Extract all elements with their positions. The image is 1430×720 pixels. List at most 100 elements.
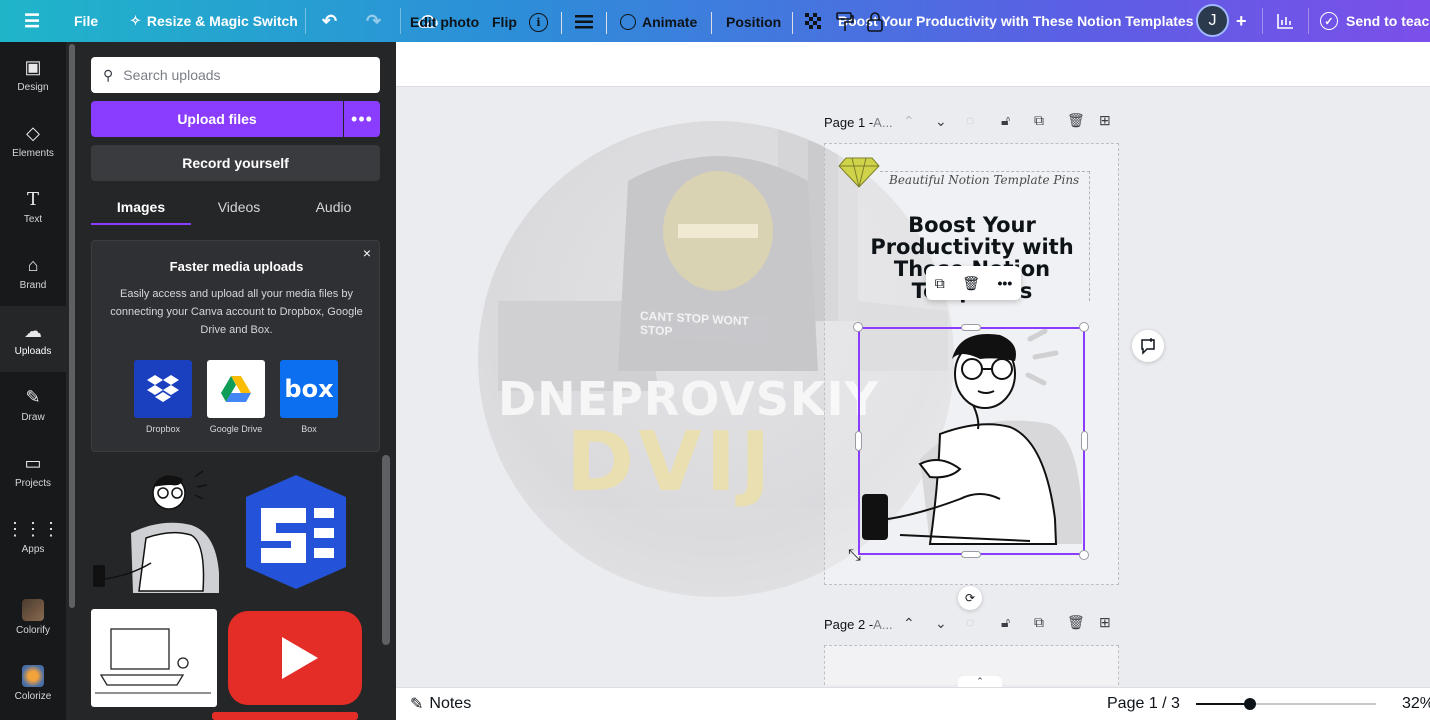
design-title[interactable]: Boost Your Productivity with These Notio… <box>838 0 1193 42</box>
lock-page-icon[interactable]: 🔓︎ <box>1001 614 1010 631</box>
lock-icon[interactable] <box>867 0 883 44</box>
divider <box>305 8 306 34</box>
divider <box>711 12 712 34</box>
add-collaborator-icon[interactable]: + <box>1236 0 1247 42</box>
delete-page-icon[interactable]: 🗑︎ <box>1067 112 1085 129</box>
upload-thumbnail-partial[interactable] <box>212 712 358 720</box>
upload-thumbnail-youtube[interactable] <box>226 609 364 707</box>
chevron-down-icon[interactable]: ⌄ <box>935 615 947 632</box>
avatar[interactable]: J <box>1196 4 1229 37</box>
upload-files-button[interactable]: Upload files <box>91 101 343 137</box>
edit-photo-button[interactable]: Edit photo <box>410 0 479 44</box>
send-to-teacher-button[interactable]: ✓ Send to teacher <box>1320 0 1430 42</box>
zoom-slider-knob[interactable] <box>1244 698 1256 710</box>
search-icon: ⚲ <box>103 66 114 83</box>
chevron-up-icon[interactable]: ⌃ <box>903 113 915 130</box>
rail-item-text[interactable]: T Text <box>0 174 66 240</box>
delete-icon[interactable]: 🗑︎ <box>962 275 980 292</box>
insights-chart-icon[interactable] <box>1276 0 1294 42</box>
border-style-icon[interactable] <box>575 0 593 44</box>
tab-images[interactable]: Images <box>91 192 191 222</box>
rotate-icon[interactable]: ⟳ <box>958 586 982 610</box>
more-icon[interactable]: ••• <box>344 101 380 137</box>
menu-icon[interactable]: ☰ <box>24 0 40 42</box>
page-1-label: Page 1 - <box>824 114 874 130</box>
duplicate-icon[interactable]: ⧉ <box>935 275 945 292</box>
resize-handle-s[interactable] <box>961 551 981 558</box>
rail-item-projects[interactable]: ▭ Projects <box>0 438 66 504</box>
resize-handle-w[interactable] <box>855 431 862 451</box>
more-options-icon[interactable]: ••• <box>998 275 1013 291</box>
panel-scrollbar[interactable] <box>382 455 390 645</box>
box-label: Box <box>301 424 317 434</box>
page-2-name: A... <box>873 616 893 632</box>
zoom-level[interactable]: 32% <box>1402 687 1430 720</box>
hide-page-icon[interactable]: ◌ <box>966 614 974 630</box>
resize-cursor-icon: ⤡ <box>848 547 861 564</box>
search-input[interactable]: ⚲ Search uploads <box>91 57 380 93</box>
search-placeholder: Search uploads <box>123 67 221 83</box>
rail-item-elements[interactable]: ◇ Elements <box>0 108 66 174</box>
uploads-icon: ☁ <box>24 321 42 341</box>
rail-item-draw[interactable]: ✎ Draw <box>0 372 66 438</box>
duplicate-page-icon[interactable]: ⧉ <box>1034 614 1044 631</box>
delete-page-icon[interactable]: 🗑︎ <box>1067 614 1085 631</box>
notes-button[interactable]: ✎ Notes <box>410 687 471 720</box>
page-1-name: A... <box>873 114 893 130</box>
page-indicator[interactable]: Page 1 / 3 <box>1107 687 1180 720</box>
upload-thumbnail-blue-logo[interactable] <box>226 463 366 601</box>
rail-item-uploads[interactable]: ☁ Uploads <box>0 306 66 372</box>
resize-handle-se[interactable] <box>1079 550 1089 560</box>
undo-icon[interactable]: ↶ <box>322 0 337 42</box>
lock-page-icon[interactable]: 🔓︎ <box>1001 112 1010 129</box>
info-icon[interactable]: i <box>529 0 548 44</box>
upload-thumbnail-laptop[interactable] <box>91 609 217 707</box>
resize-handle-e[interactable] <box>1081 431 1088 451</box>
chevron-up-icon[interactable]: ⌃ <box>903 615 915 632</box>
diamond-icon[interactable] <box>838 156 880 193</box>
position-button[interactable]: Position <box>726 0 781 44</box>
tab-audio[interactable]: Audio <box>287 192 380 222</box>
notes-icon: ✎ <box>410 695 424 713</box>
dropbox-icon <box>147 375 179 402</box>
duplicate-page-icon[interactable]: ⧉ <box>1034 112 1044 129</box>
add-comment-icon[interactable] <box>1132 330 1164 362</box>
google-drive-button[interactable] <box>207 360 265 418</box>
dropbox-button[interactable] <box>134 360 192 418</box>
page-2-title[interactable]: Page 2 - A... <box>824 612 893 636</box>
rail-item-colorify[interactable]: Colorify <box>0 584 66 650</box>
resize-handle-n[interactable] <box>961 324 981 331</box>
divider <box>1308 8 1309 34</box>
transparency-icon[interactable] <box>805 0 823 44</box>
record-yourself-button[interactable]: Record yourself <box>91 145 380 181</box>
tab-videos[interactable]: Videos <box>191 192 287 222</box>
element-floating-menu: ⧉ 🗑︎ ••• <box>926 266 1021 300</box>
page-1-title[interactable]: Page 1 - A... <box>824 110 893 134</box>
resize-magic-switch-button[interactable]: ✧ Resize & Magic Switch <box>130 0 298 42</box>
file-menu[interactable]: File <box>74 0 98 42</box>
divider <box>561 12 562 34</box>
resize-handle-ne[interactable] <box>1079 322 1089 332</box>
rail-item-apps[interactable]: ⋮⋮⋮ Apps <box>0 504 66 570</box>
paint-format-icon[interactable] <box>836 0 854 44</box>
rail-item-brand[interactable]: ⌂ Brand <box>0 240 66 306</box>
rail-item-design[interactable]: ▣ Design <box>0 42 66 108</box>
rail-item-colorize[interactable]: Colorize <box>0 650 66 716</box>
resize-handle-nw[interactable] <box>853 322 863 332</box>
animate-button[interactable]: Animate <box>620 0 697 44</box>
chevron-down-icon[interactable]: ⌄ <box>935 113 947 130</box>
redo-icon[interactable]: ↷ <box>366 0 381 42</box>
notes-label: Notes <box>429 694 472 712</box>
box-button[interactable]: box <box>280 360 338 418</box>
rail-label: Colorify <box>16 624 50 636</box>
flip-button[interactable]: Flip <box>492 0 517 44</box>
rail-scrollbar[interactable] <box>69 44 75 608</box>
draw-icon: ✎ <box>25 387 41 407</box>
upload-thumbnail-man-phone[interactable] <box>91 463 225 601</box>
google-drive-label: Google Drive <box>209 424 263 434</box>
design-icon: ▣ <box>24 57 42 77</box>
hide-page-icon[interactable]: ◌ <box>966 112 974 128</box>
add-page-icon[interactable]: ⊞ <box>1099 112 1111 129</box>
add-page-icon[interactable]: ⊞ <box>1099 614 1111 631</box>
rail-label: Elements <box>12 148 54 159</box>
